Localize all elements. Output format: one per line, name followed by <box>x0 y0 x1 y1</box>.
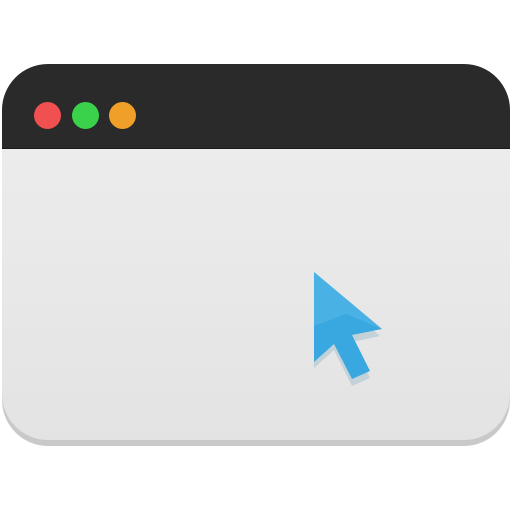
arrow-pointer-icon <box>314 272 382 386</box>
app-icon <box>0 0 512 512</box>
minimize-button[interactable] <box>72 102 99 129</box>
close-button[interactable] <box>34 102 61 129</box>
window-content[interactable] <box>2 149 510 440</box>
browser-window <box>2 64 510 440</box>
window-titlebar[interactable] <box>2 64 510 149</box>
maximize-button[interactable] <box>109 102 136 129</box>
